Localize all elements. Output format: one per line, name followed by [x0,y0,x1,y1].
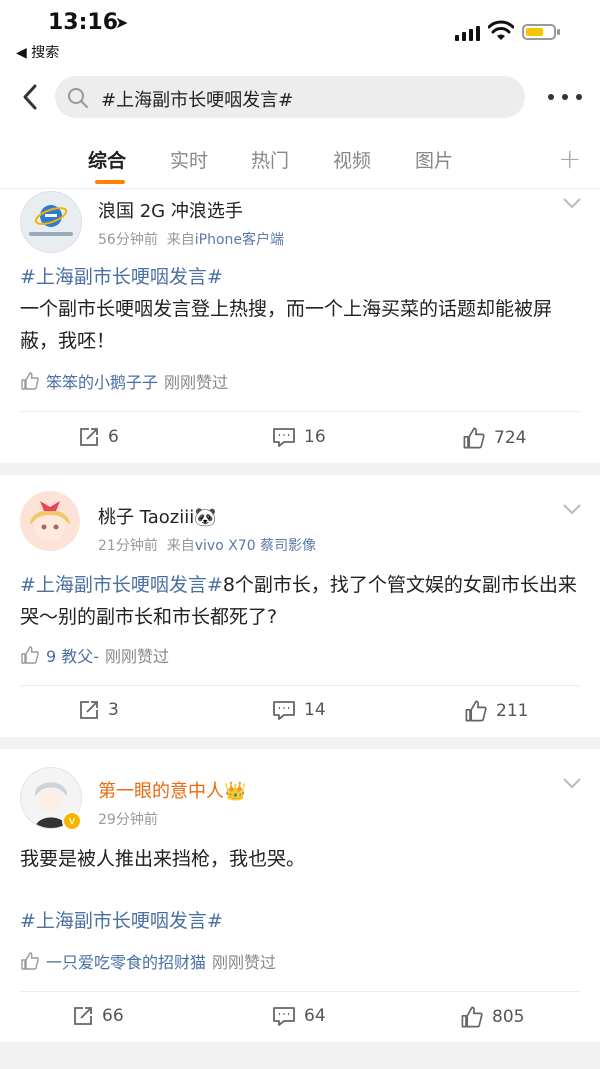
comment-button[interactable]: 64 [272,1005,326,1027]
repost-button[interactable]: 3 [78,699,119,721]
tab-hot[interactable]: 热门 [251,146,289,173]
comment-button[interactable]: 16 [272,426,326,448]
post-card[interactable]: 桃子 Taoziii🐼 21分钟前 来自vivo X70 蔡司影像 #上海副市长… [0,475,600,737]
post-source-prefix: 来自 [166,538,195,554]
search-header: #上海副市长哽咽发言# [0,70,600,128]
back-to-search-app[interactable]: ◀ 搜索 [16,42,59,62]
post-source[interactable]: vivo X70 蔡司影像 [195,538,316,554]
avatar-ie-logo-icon [29,205,73,236]
status-time: 13:16 [48,10,119,35]
liked-by-row: 笨笨的小鹅子子 刚刚赞过 [20,369,228,393]
result-tabs: 综合 实时 热门 视频 图片 + [0,128,600,189]
status-bar: 13:16 ➤ ◀ 搜索 [0,0,600,70]
post-body: 一个副市长哽咽发言登上热搜，而一个上海买菜的话题却能被屏蔽，我呸！ [20,298,553,352]
like-count: 211 [496,701,529,721]
repost-icon [80,701,98,719]
tab-comprehensive[interactable]: 综合 [88,146,126,173]
post-time: 29分钟前 [98,812,158,828]
repost-icon [74,1007,92,1025]
avatar-anime-girl-icon [30,501,70,541]
divider [20,411,580,412]
battery-icon [522,24,556,40]
post-text: #上海副市长哽咽发言# 一个副市长哽咽发言登上热搜，而一个上海买菜的话题却能被屏… [20,261,580,357]
like-count: 805 [492,1007,525,1027]
cellular-signal-icon [455,26,480,41]
comment-count: 64 [304,1006,326,1026]
repost-count: 3 [108,700,119,720]
chevron-down-icon[interactable] [562,503,582,515]
like-count: 724 [494,428,527,448]
post-username[interactable]: 桃子 Taoziii🐼 [98,503,217,529]
repost-button[interactable]: 66 [72,1005,124,1027]
post-hashtag[interactable]: #上海副市长哽咽发言# [20,574,223,596]
wifi-icon [488,20,514,40]
more-options-icon[interactable] [548,85,582,109]
post-hashtag[interactable]: #上海副市长哽咽发言# [20,910,223,932]
search-icon [68,88,88,108]
repost-count: 6 [108,427,119,447]
like-icon [465,700,487,722]
like-button[interactable]: 805 [460,1005,524,1029]
thumbs-up-icon [21,952,39,970]
post-username[interactable]: 浪国 2G 冲浪选手 [98,197,243,223]
post-time: 21分钟前 [98,538,158,554]
like-icon [463,427,485,449]
tab-realtime[interactable]: 实时 [170,146,208,173]
like-icon [461,1006,483,1028]
repost-icon [80,428,98,446]
location-arrow-icon: ➤ [115,13,129,32]
post-meta: 56分钟前 来自iPhone客户端 [98,229,284,249]
liker-name[interactable]: 笨笨的小鹅子子 [46,369,158,393]
liked-by-row: 一只爱吃零食的招财猫 刚刚赞过 [20,949,276,973]
tab-video[interactable]: 视频 [333,146,371,173]
comment-icon [273,701,295,720]
tab-images[interactable]: 图片 [415,146,453,173]
post-card[interactable]: v 第一眼的意中人👑 29分钟前 我要是被人推出来挡枪，我也哭。 #上海副市长哽… [0,749,600,1042]
like-button[interactable]: 211 [464,699,528,723]
like-button[interactable]: 724 [462,426,526,450]
post-source-prefix: 来自 [166,232,195,248]
post-source[interactable]: iPhone客户端 [195,232,284,248]
avatar[interactable] [20,191,82,253]
thumbs-up-icon [21,372,39,390]
comment-count: 14 [304,700,326,720]
liker-name[interactable]: 9 教父- [46,643,99,667]
comment-icon [273,1007,295,1026]
liked-suffix: 刚刚赞过 [164,373,229,392]
liked-suffix: 刚刚赞过 [105,647,170,666]
search-query-text: #上海副市长哽咽发言# [101,90,294,111]
divider [20,685,580,686]
comment-icon [273,428,295,447]
search-input[interactable]: #上海副市长哽咽发言# [55,76,525,118]
avatar[interactable] [20,491,80,551]
post-username[interactable]: 第一眼的意中人👑 [98,777,246,803]
post-hashtag-line: #上海副市长哽咽发言# [20,905,580,937]
chevron-down-icon[interactable] [562,777,582,789]
comment-button[interactable]: 14 [272,699,326,721]
post-text: #上海副市长哽咽发言#8个副市长，找了个管文娱的女副市长出来哭～别的副市长和市长… [20,569,580,633]
post-card[interactable]: 浪国 2G 冲浪选手 56分钟前 来自iPhone客户端 #上海副市长哽咽发言#… [0,189,600,463]
post-time: 56分钟前 [98,232,158,248]
divider [20,991,580,992]
verified-badge-icon: v [62,811,82,831]
chevron-down-icon[interactable] [562,197,582,209]
liker-name[interactable]: 一只爱吃零食的招财猫 [46,949,206,973]
repost-count: 66 [102,1006,124,1026]
repost-button[interactable]: 6 [78,426,119,448]
back-arrow-icon[interactable] [16,82,46,112]
post-meta: 21分钟前 来自vivo X70 蔡司影像 [98,535,316,555]
post-hashtag[interactable]: #上海副市长哽咽发言# [20,266,223,288]
active-tab-indicator [95,180,125,184]
comment-count: 16 [304,427,326,447]
thumbs-up-icon [21,646,39,664]
add-tab-icon[interactable]: + [558,142,581,175]
battery-tip [557,29,560,35]
post-body: 我要是被人推出来挡枪，我也哭。 [20,848,306,870]
liked-suffix: 刚刚赞过 [212,953,277,972]
liked-by-row: 9 教父- 刚刚赞过 [20,643,169,667]
